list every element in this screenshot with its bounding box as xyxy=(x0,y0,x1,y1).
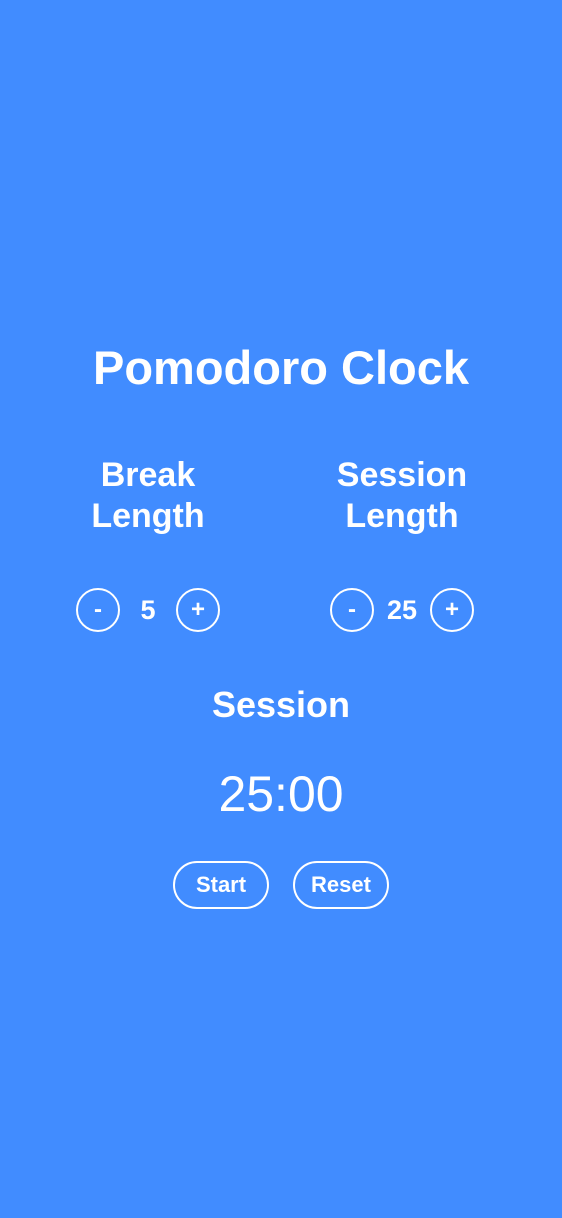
session-label-line1: Session xyxy=(336,456,468,494)
session-label-line2: Length xyxy=(345,497,459,535)
break-length-label: Break Length xyxy=(68,455,228,537)
break-length-value: 5 xyxy=(140,594,156,625)
session-length-label: Session Length xyxy=(322,455,482,537)
start-button[interactable]: Start xyxy=(173,861,269,909)
session-length-control: Session Length - 25 + xyxy=(282,455,522,632)
timer-display: 25:00 xyxy=(218,766,344,822)
break-label-line1: Break xyxy=(100,456,196,494)
pomodoro-app: Pomodoro Clock Break Length - 5 + Sessio… xyxy=(0,0,562,1218)
break-increment-button[interactable]: + xyxy=(176,588,220,632)
break-label-line2: Length xyxy=(91,497,205,535)
session-decrement-button[interactable]: - xyxy=(330,588,374,632)
break-length-stepper: - 5 + xyxy=(28,585,268,635)
timer-label: Session xyxy=(211,684,351,725)
session-length-value: 25 xyxy=(386,594,418,625)
timer-actions: Start Reset xyxy=(0,861,562,909)
break-length-control: Break Length - 5 + xyxy=(28,455,268,632)
reset-button[interactable]: Reset xyxy=(293,861,389,909)
session-length-stepper: - 25 + xyxy=(282,585,522,635)
page-title: Pomodoro Clock xyxy=(92,341,470,394)
break-decrement-button[interactable]: - xyxy=(76,588,120,632)
session-increment-button[interactable]: + xyxy=(430,588,474,632)
